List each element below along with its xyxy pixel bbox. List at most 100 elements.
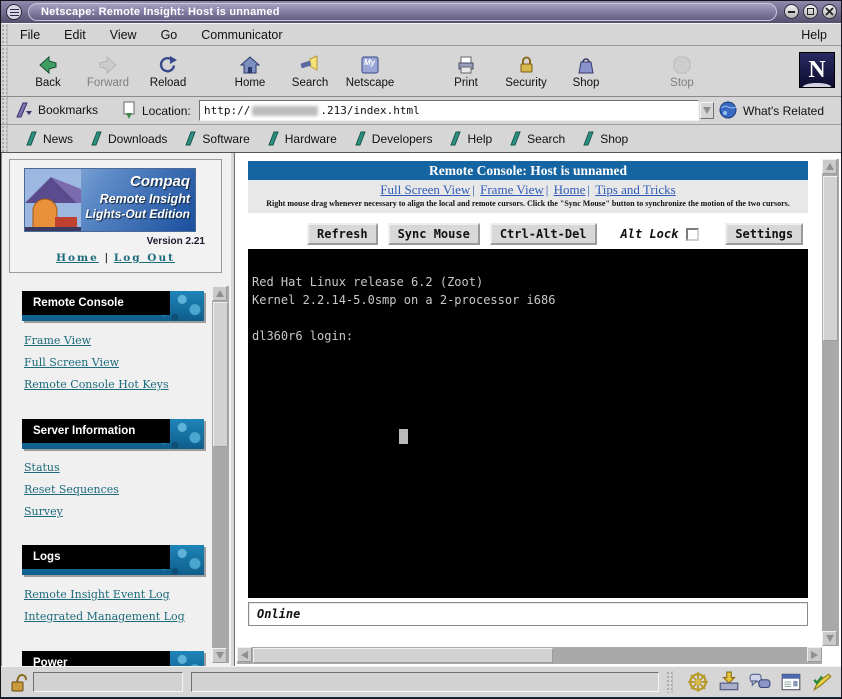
bookmark-news[interactable]: News [26,131,73,146]
sidebar-scrollbar-thumb[interactable] [213,302,228,447]
scroll-up-button[interactable] [822,159,837,174]
main-vertical-scrollbar[interactable] [822,159,839,646]
page-title-bar: Remote Console: Host is unnamed [248,161,808,180]
sidebar-link-full-screen-view[interactable]: Full Screen View [24,356,119,369]
scroll-down-icon [216,652,224,659]
bookmark-flag-icon [583,131,596,146]
nav-link-home[interactable]: Home [554,182,586,197]
navigator-icon[interactable] [687,671,709,693]
menu-bar: File Edit View Go Communicator Help [1,23,841,46]
logout-link[interactable]: Log Out [114,252,175,264]
personal-toolbar: News Downloads Software Hardware Develop… [1,125,841,153]
scroll-down-button[interactable] [212,648,227,663]
console-status-bar: Online [248,602,808,626]
discussions-icon[interactable] [749,671,771,693]
bookmark-help[interactable]: Help [450,131,492,146]
nav-link-frame-view[interactable]: Frame View [480,182,544,197]
security-lock-icon [516,55,536,75]
persbar-grip[interactable] [1,125,8,152]
scroll-up-icon [826,163,834,170]
url-dropdown-button[interactable] [700,102,714,119]
address-book-icon[interactable] [780,671,802,693]
print-button[interactable]: Print [436,50,496,94]
security-padlock-icon[interactable] [9,672,29,693]
minimize-button[interactable] [784,4,799,19]
main-horizontal-scrollbar[interactable] [237,647,822,664]
locbar-grip[interactable] [1,97,8,124]
horizontal-scrollbar-thumb[interactable] [253,648,553,663]
bookmark-shop[interactable]: Shop [583,131,628,146]
bookmark-search[interactable]: Search [510,131,565,146]
home-icon [240,55,260,75]
sidebar-link-reset-sequences[interactable]: Reset Sequences [24,483,119,496]
location-icon[interactable] [121,101,137,120]
scroll-right-button[interactable] [807,647,822,662]
netscape-logo[interactable]: N [799,52,835,88]
sidebar-link-remote-console-hot-keys[interactable]: Remote Console Hot Keys [24,378,169,391]
remote-console-screen[interactable]: Red Hat Linux release 6.2 (Zoot) Kernel … [248,249,808,598]
scroll-left-button[interactable] [237,647,252,662]
bookmark-flag-icon [185,131,198,146]
ctrl-alt-del-button[interactable]: Ctrl-Alt-Del [490,223,597,245]
version-label: Version 2.21 [147,236,205,247]
nav-link-full-screen-view[interactable]: Full Screen View [380,182,470,197]
shop-bag-icon [576,55,596,75]
chevron-down-icon [703,107,711,114]
menubar-grip[interactable] [1,24,8,45]
sidebar-link-status[interactable]: Status [24,461,60,474]
bookmark-downloads[interactable]: Downloads [91,131,167,146]
title-bar[interactable]: Netscape: Remote Insight: Host is unname… [1,1,841,23]
url-input[interactable]: http://.213/index.html [199,100,699,121]
bookmark-developers[interactable]: Developers [355,131,433,146]
component-bar-grip[interactable] [666,671,673,693]
settings-button[interactable]: Settings [725,223,803,245]
sync-mouse-button[interactable]: Sync Mouse [388,223,480,245]
stop-button[interactable]: Stop [652,50,712,94]
nav-link-tips-and-tricks[interactable]: Tips and Tricks [595,182,675,197]
menu-go[interactable]: Go [149,25,190,45]
forward-button[interactable]: Forward [78,50,138,94]
whats-related-button[interactable]: What's Related [719,101,824,120]
sidebar-link-frame-view[interactable]: Frame View [24,334,91,347]
menu-file[interactable]: File [8,25,52,45]
bookmark-hardware[interactable]: Hardware [268,131,337,146]
window-menu-icon[interactable] [6,4,22,20]
composer-icon[interactable] [811,671,833,693]
home-link[interactable]: Home [56,252,99,264]
scroll-down-button[interactable] [822,631,837,646]
refresh-button[interactable]: Refresh [307,223,378,245]
menu-edit[interactable]: Edit [52,25,98,45]
reload-button[interactable]: Reload [138,50,198,94]
close-button[interactable] [822,4,837,19]
shop-button[interactable]: Shop [556,50,616,94]
menu-help[interactable]: Help [787,25,841,45]
menu-view[interactable]: View [98,25,149,45]
toolbar-grip[interactable] [1,47,8,96]
window-title: Netscape: Remote Insight: Host is unname… [41,6,280,18]
security-button[interactable]: Security [496,50,556,94]
mailbox-icon[interactable] [718,671,740,693]
menu-communicator[interactable]: Communicator [189,25,294,45]
back-button[interactable]: Back [18,50,78,94]
bookmark-software[interactable]: Software [185,131,249,146]
sidebar-link-integrated-management-log[interactable]: Integrated Management Log [24,610,185,623]
scroll-up-button[interactable] [212,286,227,301]
maximize-button[interactable] [803,4,818,19]
url-redacted [252,106,318,116]
title-pill[interactable]: Netscape: Remote Insight: Host is unname… [28,3,777,21]
home-button[interactable]: Home [220,50,280,94]
main-scrollbar-thumb[interactable] [823,176,838,341]
console-status-text: Online [257,607,300,621]
sidebar-scrollbar[interactable] [212,286,229,663]
netscape-button[interactable]: My Netscape [340,50,400,94]
scroll-down-icon [826,635,834,642]
bookmarks-button[interactable]: Bookmarks [15,101,98,119]
alt-lock-checkbox[interactable] [686,228,699,241]
sidebar-link-remote-insight-event-log[interactable]: Remote Insight Event Log [24,588,170,601]
search-button[interactable]: Search [280,50,340,94]
sidebar-link-survey[interactable]: Survey [24,505,63,518]
bookmark-flag-icon [268,131,281,146]
component-bar [687,671,833,693]
console-line: dl360r6 login: [252,327,808,345]
url-suffix: .213/index.html [320,104,419,117]
